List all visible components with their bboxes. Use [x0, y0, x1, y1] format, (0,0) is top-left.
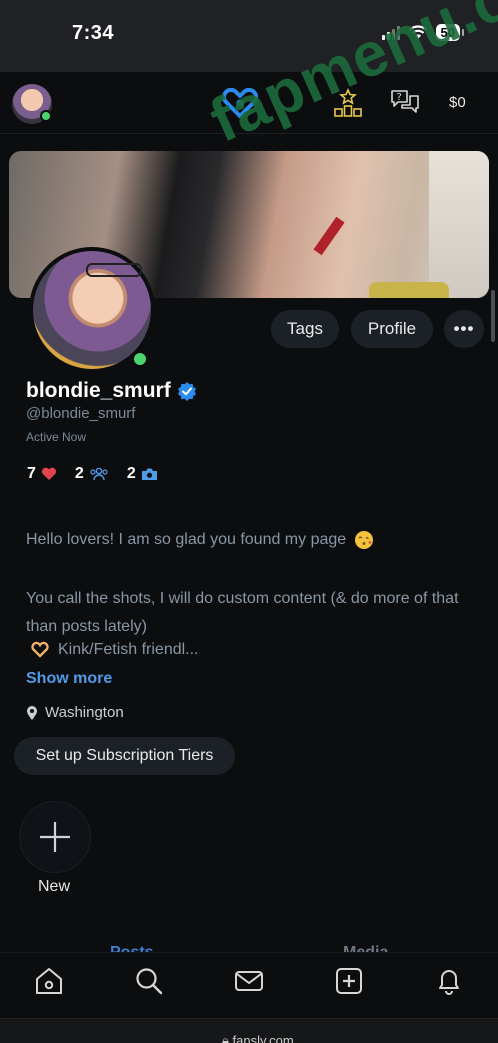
online-indicator	[131, 350, 149, 368]
cellular-signal-icon	[381, 25, 400, 40]
search-icon[interactable]	[134, 966, 164, 996]
more-options-button[interactable]: •••	[444, 310, 484, 348]
profile-location: Washington	[26, 704, 124, 721]
bio-line: You call the shots, I will do custom con…	[26, 590, 459, 635]
battery-indicator: 50	[435, 24, 465, 41]
create-post-icon[interactable]	[334, 966, 364, 996]
location-pin-icon	[27, 705, 37, 720]
show-more-link[interactable]: Show more	[26, 670, 112, 688]
tags-button[interactable]: Tags	[271, 310, 339, 348]
profile-stats: 7 2 2	[27, 465, 176, 483]
status-icons: 50	[381, 24, 465, 41]
subscribers-stat[interactable]: 2	[75, 465, 109, 483]
new-story-label: New	[38, 878, 71, 895]
username-text: blondie_smurf	[26, 379, 171, 402]
notifications-bell-icon[interactable]	[434, 966, 464, 996]
fansly-logo-icon[interactable]	[222, 86, 258, 118]
profile-username: blondie_smurf	[26, 379, 197, 403]
online-indicator	[40, 110, 52, 122]
photos-count: 2	[126, 465, 136, 482]
wallet-balance[interactable]: $0	[449, 94, 466, 111]
lock-icon: 🔒︎	[222, 1033, 229, 1043]
heart-hands-emoji-icon	[31, 641, 49, 658]
mail-icon[interactable]	[234, 966, 264, 996]
svg-text:?: ?	[397, 92, 402, 103]
activity-status: Active Now	[26, 430, 87, 444]
likes-stat[interactable]: 7	[27, 465, 57, 483]
subscribers-count: 2	[74, 465, 84, 482]
bio-line: Kink/Fetish friendl...	[30, 641, 199, 659]
status-bar: 7:34 50	[0, 0, 498, 72]
location-text: Washington	[45, 704, 124, 721]
heart-icon	[41, 467, 56, 480]
status-time: 7:34	[72, 22, 115, 44]
home-icon[interactable]	[34, 966, 64, 996]
leaderboard-icon[interactable]	[332, 88, 364, 118]
new-story-button[interactable]	[19, 801, 91, 873]
plus-icon	[40, 822, 70, 852]
bio-line: Hello lovers! I am so glad you found my …	[26, 530, 374, 550]
verified-badge-icon	[177, 382, 196, 401]
messages-help-icon[interactable]: ?	[389, 88, 421, 118]
profile-button[interactable]: Profile	[351, 310, 433, 348]
users-icon	[90, 467, 108, 481]
kiss-emoji-icon	[355, 531, 374, 549]
wifi-icon	[408, 25, 427, 39]
subscription-tiers-button[interactable]: Set up Subscription Tiers	[14, 737, 235, 775]
browser-url-text[interactable]: 🔒︎ fansly.com	[222, 1033, 294, 1043]
scrollbar-thumb[interactable]	[491, 290, 495, 342]
likes-count: 7	[27, 465, 36, 482]
profile-handle: @blondie_smurf	[26, 405, 136, 422]
camera-icon	[141, 468, 157, 480]
photos-stat[interactable]: 2	[127, 465, 158, 483]
